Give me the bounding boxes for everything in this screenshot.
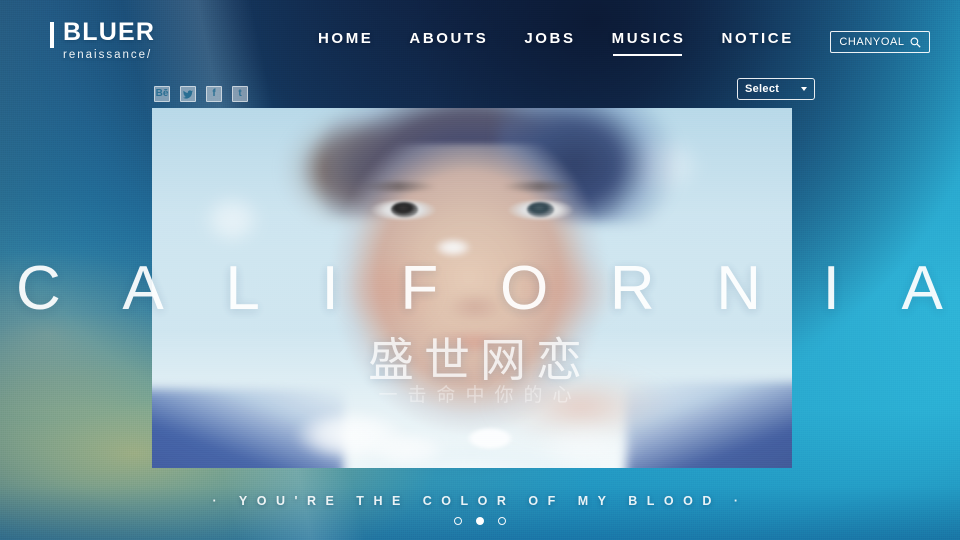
search-value: CHANYOAL — [839, 36, 905, 48]
logo-row: BLUER — [50, 20, 155, 48]
nav-item-jobs[interactable]: JOBS — [524, 30, 575, 56]
carousel-dot[interactable] — [498, 517, 506, 525]
select-label: Select — [745, 83, 780, 95]
headline-letter: I — [822, 254, 841, 323]
carousel-dots — [0, 517, 960, 525]
twitter-bird-glyph — [183, 89, 193, 99]
nav-item-home[interactable]: HOME — [318, 30, 373, 56]
chevron-down-icon — [801, 87, 807, 91]
photo-grain — [152, 108, 792, 468]
headline-letter: A — [901, 254, 944, 323]
nav-item-musics[interactable]: MUSICS — [612, 30, 686, 56]
tumblr-icon[interactable]: t — [232, 86, 248, 102]
hero-page: C A L I F O R N I A 盛世网恋 一击命中你的心 BLUER r… — [0, 0, 960, 540]
main-nav: HOME ABOUTS JOBS MUSICS NOTICE — [318, 30, 794, 56]
search-input[interactable]: CHANYOAL — [830, 31, 930, 53]
nav-item-notice[interactable]: NOTICE — [722, 30, 794, 56]
carousel-dot[interactable] — [454, 517, 462, 525]
headline-letter: C — [16, 254, 62, 323]
search-icon[interactable] — [910, 37, 921, 48]
hero-photo — [152, 108, 792, 468]
logo-subtitle: renaissance/ — [63, 49, 153, 61]
logo-title: BLUER — [63, 18, 156, 46]
carousel-dot-active[interactable] — [476, 517, 484, 525]
behance-icon[interactable]: Bē — [154, 86, 170, 102]
hero-tagline: · YOU'RE THE COLOR OF MY BLOOD · — [212, 494, 748, 508]
logo-accent-bar — [50, 22, 54, 48]
select-dropdown[interactable]: Select — [737, 78, 815, 100]
facebook-icon[interactable]: f — [206, 86, 222, 102]
social-links: Bē f t — [154, 86, 248, 102]
site-logo[interactable]: BLUER renaissance/ — [50, 20, 155, 61]
nav-item-abouts[interactable]: ABOUTS — [409, 30, 488, 56]
twitter-icon[interactable] — [180, 86, 196, 102]
